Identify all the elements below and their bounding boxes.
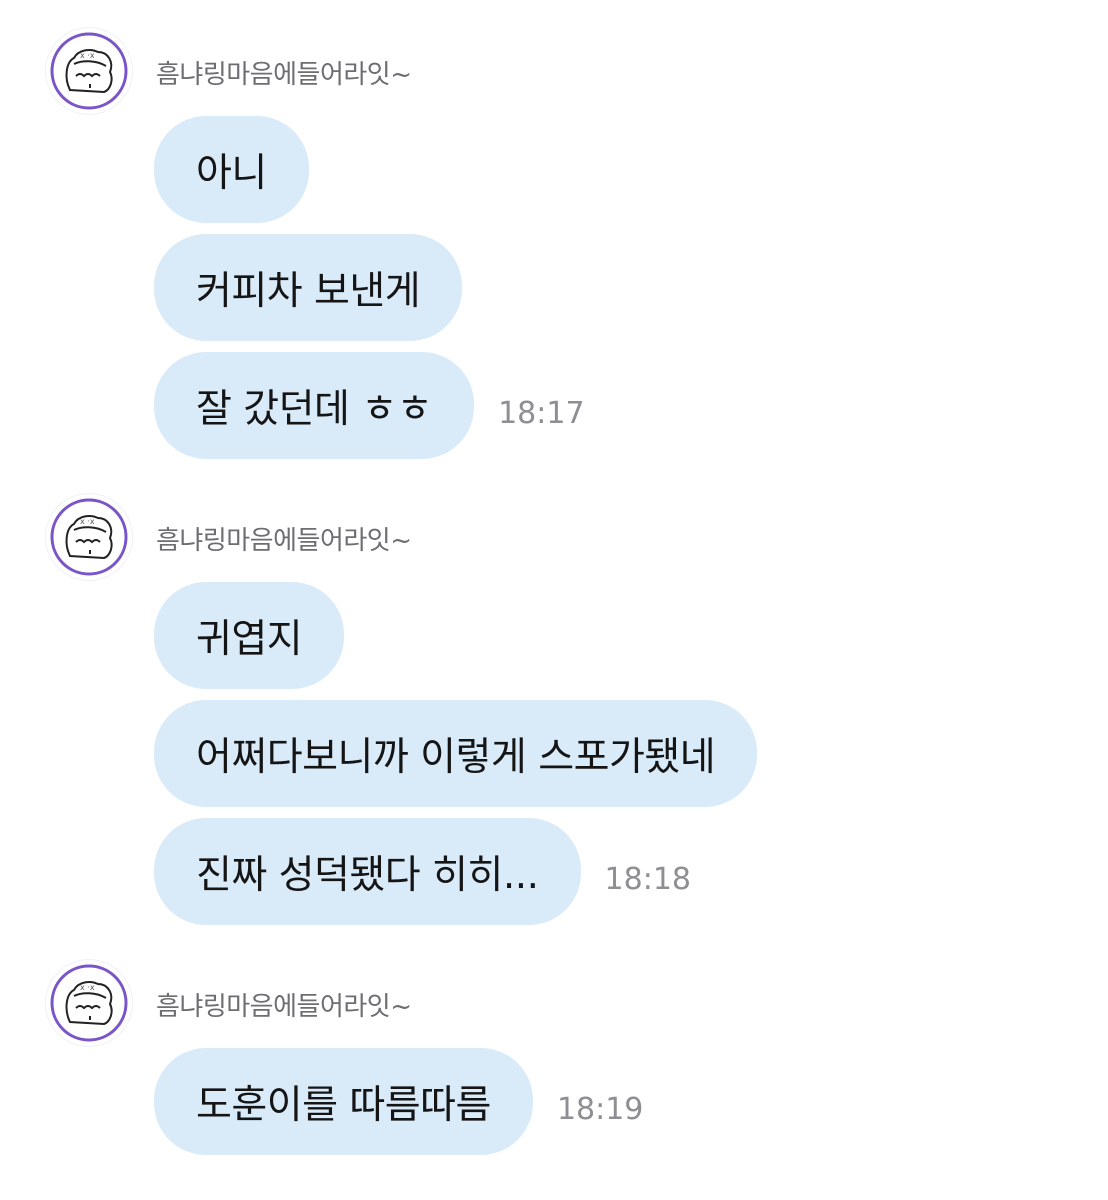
message-row: 어쩌다보니까 이렇게 스포가됐네 [154, 700, 758, 807]
message-row: 귀엽지 [154, 582, 345, 689]
message-bubble[interactable]: 커피차 보낸게 [154, 234, 463, 341]
message-bubble[interactable]: 잘 갔던데 ㅎㅎ [154, 352, 475, 459]
message-row: 도훈이를 따름따름 18:19 [154, 1048, 643, 1155]
profile-avatar[interactable]: x ·x [46, 28, 132, 114]
message-bubble[interactable]: 아니 [154, 116, 309, 223]
message-bubble[interactable]: 진짜 성덕됐다 히히... [154, 818, 581, 925]
message-bubble[interactable]: 귀엽지 [154, 582, 345, 689]
cute-face-doodle-icon: x ·x [50, 498, 128, 576]
message-row: 아니 [154, 116, 309, 223]
svg-text:x ·x: x ·x [80, 517, 95, 526]
profile-avatar[interactable]: x ·x [46, 494, 132, 580]
profile-avatar[interactable]: x ·x [46, 960, 132, 1046]
message-row: 잘 갔던데 ㅎㅎ 18:17 [154, 352, 585, 459]
message-row: 진짜 성덕됐다 히히... 18:18 [154, 818, 691, 925]
cute-face-doodle-icon: x ·x [50, 964, 128, 1042]
sender-name: 흠냐링마음에들어라잇~ [156, 60, 412, 90]
sender-name: 흠냐링마음에들어라잇~ [156, 526, 412, 556]
svg-text:x ·x: x ·x [80, 983, 95, 992]
message-timestamp: 18:17 [498, 396, 585, 431]
message-timestamp: 18:18 [604, 862, 691, 897]
message-bubble[interactable]: 도훈이를 따름따름 [154, 1048, 533, 1155]
sender-name: 흠냐링마음에들어라잇~ [156, 992, 412, 1022]
message-bubble[interactable]: 어쩌다보니까 이렇게 스포가됐네 [154, 700, 758, 807]
cute-face-doodle-icon: x ·x [50, 32, 128, 110]
message-row: 커피차 보낸게 [154, 234, 463, 341]
svg-text:x ·x: x ·x [80, 51, 95, 60]
message-timestamp: 18:19 [556, 1092, 644, 1127]
